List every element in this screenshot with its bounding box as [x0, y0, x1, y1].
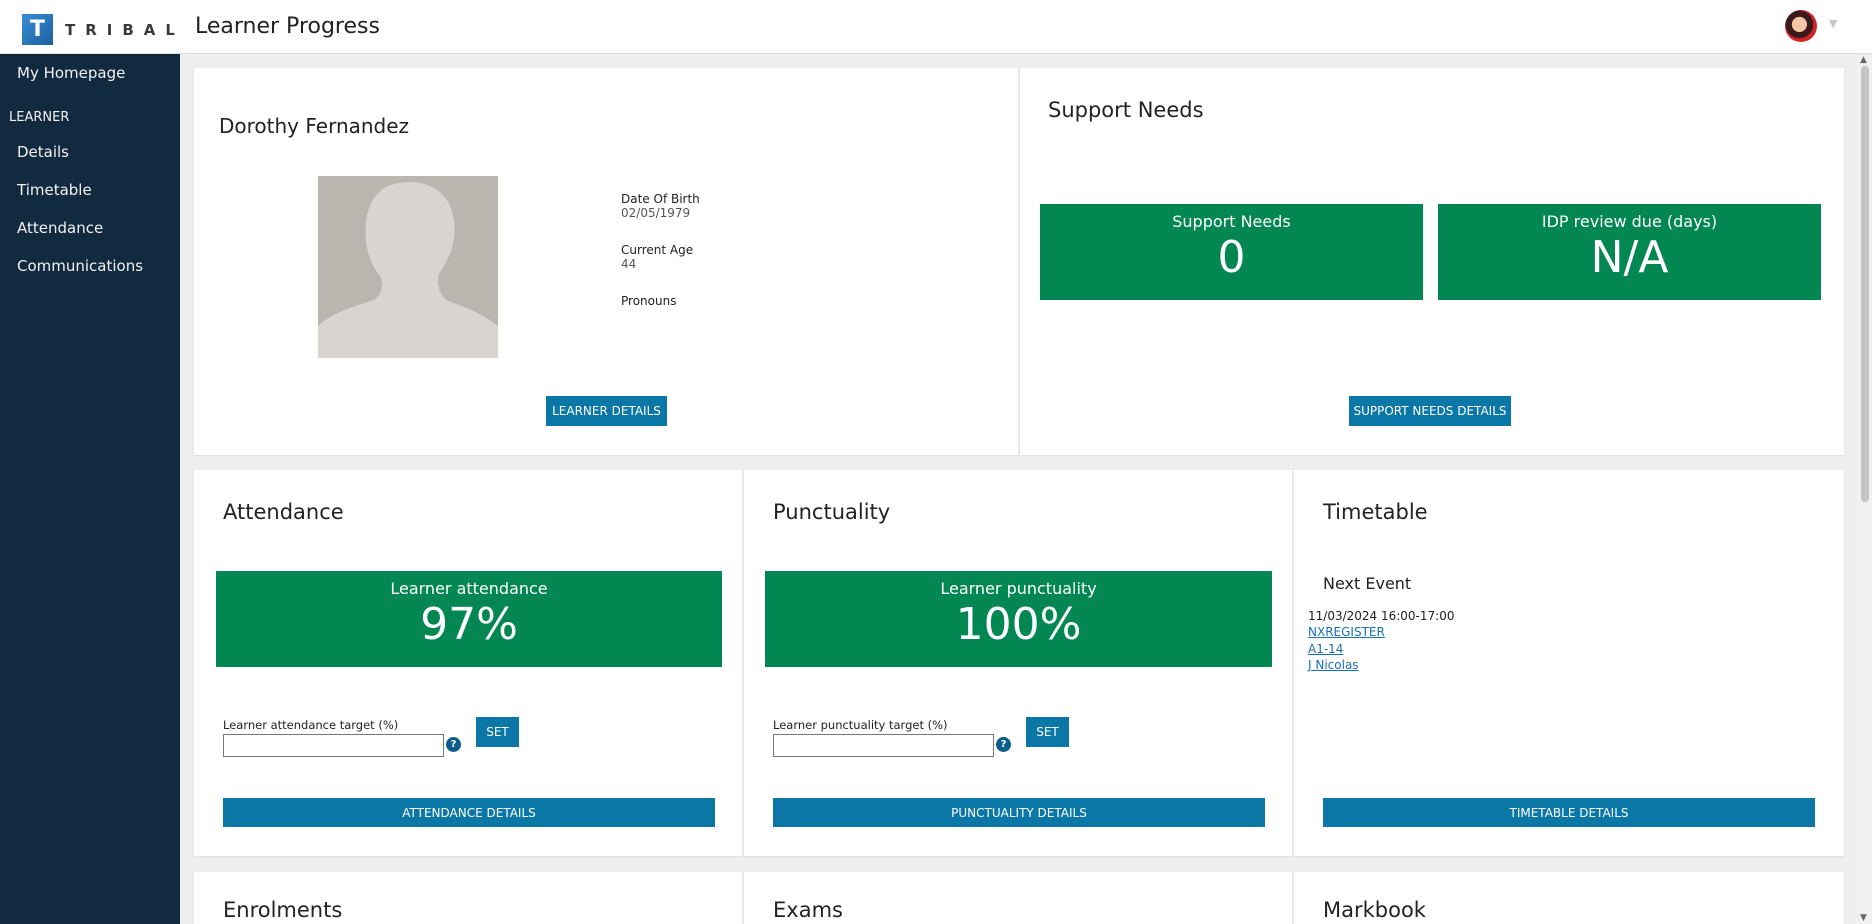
- support-needs-tile-label: Support Needs: [1172, 212, 1291, 231]
- pronouns-block: Pronouns: [621, 294, 676, 308]
- markbook-card: Markbook: [1294, 872, 1844, 924]
- sidebar-section-learner: LEARNER: [9, 110, 70, 125]
- timetable-details-button[interactable]: TIMETABLE DETAILS: [1323, 798, 1815, 827]
- timetable-card: Timetable Next Event 11/03/2024 16:00-17…: [1294, 470, 1844, 856]
- age-label: Current Age: [621, 243, 694, 257]
- learner-card: Dorothy Fernandez Date Of Birth 02/05/19…: [194, 68, 1018, 455]
- idp-review-tile-label: IDP review due (days): [1541, 212, 1718, 231]
- user-avatar[interactable]: [1785, 10, 1817, 42]
- attendance-title: Attendance: [223, 500, 344, 524]
- punctuality-target-label: Learner punctuality target (%): [773, 718, 948, 732]
- sidebar-item-attendance[interactable]: Attendance: [17, 219, 103, 237]
- dob-block: Date Of Birth 02/05/1979: [621, 192, 700, 220]
- chevron-down-icon[interactable]: ▼: [1829, 17, 1837, 30]
- event-tutor-link[interactable]: J Nicolas: [1308, 658, 1359, 672]
- page-title: Learner Progress: [195, 14, 380, 39]
- punctuality-target-input[interactable]: [773, 734, 994, 757]
- support-needs-details-button[interactable]: SUPPORT NEEDS DETAILS: [1349, 396, 1511, 426]
- learner-name: Dorothy Fernandez: [219, 114, 410, 138]
- exams-title: Exams: [773, 898, 843, 922]
- attendance-set-button[interactable]: SET: [476, 717, 519, 747]
- logo-mark: T: [22, 14, 53, 45]
- sidebar-item-timetable[interactable]: Timetable: [17, 181, 92, 199]
- attendance-card: Attendance Learner attendance 97% Learne…: [194, 470, 742, 856]
- vertical-scrollbar[interactable]: ▲ ▼: [1857, 54, 1872, 924]
- event-room-link[interactable]: A1-14: [1308, 642, 1343, 656]
- dob-label: Date Of Birth: [621, 192, 700, 206]
- enrolments-title: Enrolments: [223, 898, 343, 922]
- idp-review-tile-value: N/A: [1590, 232, 1669, 283]
- punctuality-tile: Learner punctuality 100%: [765, 571, 1272, 667]
- top-header: T TRIBAL Learner Progress ▼: [0, 0, 1872, 54]
- markbook-title: Markbook: [1323, 898, 1426, 922]
- support-needs-card: Support Needs Support Needs 0 IDP review…: [1020, 68, 1844, 455]
- help-icon[interactable]: ?: [446, 737, 461, 752]
- scroll-thumb[interactable]: [1861, 66, 1869, 502]
- punctuality-tile-label: Learner punctuality: [940, 579, 1097, 598]
- age-block: Current Age 44: [621, 243, 693, 271]
- sidebar: My Homepage LEARNER Details Timetable At…: [0, 54, 180, 924]
- attendance-target-input[interactable]: [223, 734, 444, 757]
- pronouns-label: Pronouns: [621, 294, 677, 308]
- idp-review-tile: IDP review due (days) N/A: [1438, 204, 1821, 300]
- next-event-label: Next Event: [1323, 574, 1412, 593]
- help-icon[interactable]: ?: [996, 737, 1011, 752]
- punctuality-card: Punctuality Learner punctuality 100% Lea…: [744, 470, 1292, 856]
- scroll-up-arrow-icon[interactable]: ▲: [1860, 55, 1867, 65]
- punctuality-title: Punctuality: [773, 500, 891, 524]
- exams-card: Exams: [744, 872, 1292, 924]
- attendance-tile: Learner attendance 97%: [216, 571, 722, 667]
- sidebar-item-communications[interactable]: Communications: [17, 257, 143, 275]
- scroll-down-arrow-icon[interactable]: ▼: [1860, 913, 1867, 923]
- learner-details-button[interactable]: LEARNER DETAILS: [546, 396, 667, 426]
- punctuality-details-button[interactable]: PUNCTUALITY DETAILS: [773, 798, 1265, 827]
- sidebar-item-my-homepage[interactable]: My Homepage: [17, 64, 125, 82]
- logo-text: TRIBAL: [65, 20, 185, 39]
- attendance-tile-value: 97%: [420, 599, 518, 650]
- timetable-title: Timetable: [1323, 500, 1428, 524]
- attendance-details-button[interactable]: ATTENDANCE DETAILS: [223, 798, 715, 827]
- tribal-logo[interactable]: T TRIBAL: [22, 14, 185, 45]
- support-needs-title: Support Needs: [1048, 98, 1204, 122]
- support-needs-tile-value: 0: [1217, 232, 1246, 283]
- person-silhouette-icon: [318, 176, 498, 358]
- attendance-target-label: Learner attendance target (%): [223, 718, 399, 732]
- event-register-link[interactable]: NXREGISTER: [1308, 625, 1385, 639]
- event-datetime: 11/03/2024 16:00-17:00: [1308, 609, 1455, 623]
- sidebar-item-details[interactable]: Details: [17, 143, 69, 161]
- punctuality-tile-value: 100%: [955, 599, 1082, 650]
- punctuality-set-button[interactable]: SET: [1026, 717, 1069, 747]
- learner-photo: [318, 176, 498, 358]
- dob-value: 02/05/1979: [621, 206, 691, 220]
- age-value: 44: [621, 257, 637, 271]
- enrolments-card: Enrolments: [194, 872, 742, 924]
- attendance-tile-label: Learner attendance: [390, 579, 548, 598]
- support-needs-tile: Support Needs 0: [1040, 204, 1423, 300]
